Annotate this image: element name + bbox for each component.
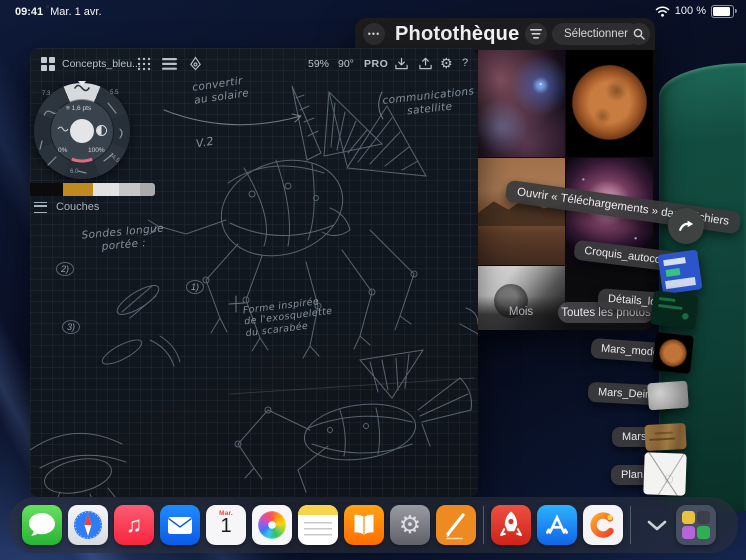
dock-divider-2: [630, 506, 631, 544]
annotation-number-1: 1): [186, 280, 205, 294]
tool-size-b: 6.0: [70, 169, 79, 175]
dock-app-messages[interactable]: [22, 505, 62, 545]
app-library-mini-yellow: [682, 511, 695, 524]
stroke-size-value: 1,6 pts: [71, 105, 92, 112]
select-button[interactable]: Sélectionner: [552, 23, 640, 45]
photo-mars-globe[interactable]: [566, 50, 653, 157]
more-button[interactable]: •••: [363, 23, 385, 45]
concepts-pen-icon: [446, 513, 465, 540]
pro-badge[interactable]: PRO: [364, 58, 388, 70]
ipad-screen: ••• Photothèque Sélectionner Mois Toutes…: [0, 0, 746, 560]
swatch-white[interactable]: [93, 183, 119, 196]
layers-panel-toggle[interactable]: Couches: [34, 201, 99, 213]
status-time: 09:41: [15, 6, 44, 18]
layers-icon[interactable]: [162, 58, 177, 70]
layers-label: Couches: [56, 201, 100, 213]
dock-app-notes[interactable]: [298, 505, 338, 545]
dock-app-safari[interactable]: [68, 505, 108, 545]
messages-bubble-icon: [29, 513, 55, 536]
drag-label-mars[interactable]: Mars: [612, 427, 657, 447]
dock-recent-apps: [491, 505, 623, 545]
search-button[interactable]: [628, 23, 650, 45]
dock-app-mail[interactable]: [160, 505, 200, 545]
settings-gear-glyph: ⚙: [398, 511, 422, 539]
annotation-number-3: 3): [62, 320, 81, 334]
dock-divider-1: [483, 506, 484, 544]
dock-app-music[interactable]: ♫: [114, 505, 154, 545]
tool-size-tl: 7.3: [42, 91, 51, 97]
swatch-black[interactable]: [30, 183, 63, 196]
wifi-icon: [655, 6, 670, 17]
dock-app-rocket[interactable]: [491, 505, 531, 545]
annotation-number-2: 2): [56, 262, 75, 276]
dock-app-calendar[interactable]: Mar. 1: [206, 505, 246, 545]
appstore-a-icon: [546, 514, 568, 534]
photos-title: Photothèque: [395, 23, 520, 45]
dock-main-apps: ♫ Mar. 1 ⚙: [22, 505, 476, 545]
music-note-icon: ♫: [125, 512, 143, 537]
c-swirl-icon: [590, 512, 614, 538]
photo-horsehead-nebula[interactable]: [478, 50, 565, 157]
tool-wheel[interactable]: ≡ 1,6 pts 0% 100% 7.3 5.5 14.5 6.0: [34, 81, 130, 179]
settings-gear-icon[interactable]: ⚙: [440, 55, 453, 72]
active-color-swatch[interactable]: [70, 119, 94, 143]
mail-envelope-icon: [168, 517, 192, 534]
app-library-mini-camera: [697, 511, 710, 524]
app-library-mini-green: [697, 526, 710, 539]
tab-all-photos[interactable]: Toutes les photos: [558, 302, 654, 323]
stroke-size-label: ≡ 1,6 pts: [66, 105, 92, 112]
tab-all-photos-label: Toutes les photos: [561, 306, 651, 319]
books-open-book-icon: [354, 514, 374, 535]
dock-app-settings[interactable]: ⚙: [390, 505, 430, 545]
status-bar: 09:41 Mar. 1 avr. 100 %: [0, 0, 746, 24]
photo-mars-landscape[interactable]: [478, 158, 565, 265]
swatch-lightgray[interactable]: [119, 183, 140, 196]
zoom-level[interactable]: 59%: [308, 58, 329, 70]
dock-collapse-button[interactable]: [644, 505, 670, 545]
status-date: Mar. 1 avr.: [50, 6, 102, 18]
rotation-value[interactable]: 90°: [338, 58, 354, 70]
opacity-half-icon: [97, 126, 106, 135]
tool-size-tr: 5.5: [110, 90, 119, 96]
select-label: Sélectionner: [564, 28, 628, 40]
battery-icon: [711, 5, 737, 18]
drag-label-plan[interactable]: Plan: [611, 465, 654, 485]
swatch-gold[interactable]: [63, 183, 93, 196]
photos-flower-icon: [258, 511, 286, 539]
chevron-down-icon: [647, 520, 667, 530]
help-button[interactable]: ?: [462, 57, 468, 69]
opacity-max-label: 100%: [88, 147, 105, 154]
gallery-icon[interactable]: [40, 56, 56, 72]
dock-app-concepts[interactable]: [436, 505, 476, 545]
filter-button[interactable]: [525, 23, 547, 45]
rocket-icon: [500, 511, 522, 536]
safari-compass-icon: [74, 511, 102, 539]
color-swatch-bar[interactable]: [30, 183, 155, 196]
opacity-min-label: 0%: [58, 147, 68, 154]
tab-months[interactable]: Mois: [498, 306, 544, 318]
dock-app-photos[interactable]: [252, 505, 292, 545]
desk-book-background: [659, 63, 746, 511]
app-library-mini-purple: [682, 526, 695, 539]
annotation-arrow: [163, 91, 384, 313]
swatch-gray[interactable]: [140, 183, 155, 196]
more-label: •••: [367, 29, 381, 39]
search-icon: [633, 28, 645, 40]
document-title[interactable]: Concepts_bleu...: [62, 58, 141, 70]
grid-settings-icon[interactable]: [137, 57, 151, 71]
dock-app-books[interactable]: [344, 505, 384, 545]
photo-orion-nebula[interactable]: [566, 158, 653, 265]
battery-percent: 100 %: [674, 5, 706, 18]
dock-app-appstore[interactable]: [537, 505, 577, 545]
wheel-pointer: [78, 81, 86, 86]
export-icon[interactable]: [418, 56, 433, 71]
dock-app-library[interactable]: [676, 505, 716, 545]
calendar-day: 1: [220, 515, 232, 537]
pen-tool-icon[interactable]: [188, 56, 203, 71]
filter-lines-icon: [530, 29, 542, 39]
import-icon[interactable]: [394, 56, 409, 71]
dock: ♫ Mar. 1 ⚙: [8, 497, 738, 553]
dock-app-c-swirl[interactable]: [583, 505, 623, 545]
layers-menu-icon: [34, 201, 47, 213]
